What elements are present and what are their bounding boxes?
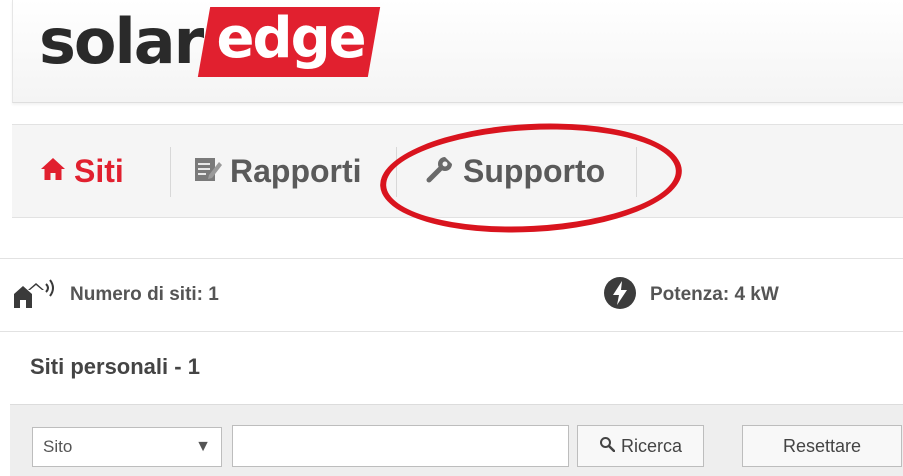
search-button-label: Ricerca xyxy=(620,435,682,456)
tab-rapporti[interactable]: Rapporti xyxy=(192,125,362,217)
tab-siti-label: Siti xyxy=(74,152,124,189)
logo-text-edge: edge xyxy=(216,6,365,71)
section-title: Siti personali - 1 xyxy=(30,354,200,379)
nav-divider xyxy=(396,147,397,197)
wrench-icon xyxy=(425,154,455,189)
nav-divider xyxy=(170,147,171,197)
power-text: Potenza: 4 kW xyxy=(650,284,779,305)
solaredge-logo[interactable]: solar edge xyxy=(39,5,381,78)
power-icon xyxy=(602,275,638,316)
dropdown-arrow-icon: ▼ xyxy=(195,438,211,455)
summary-stats: Numero di siti: 1 Potenza: 4 kW xyxy=(0,258,903,332)
report-icon xyxy=(192,154,222,189)
site-count-text: Numero di siti: 1 xyxy=(70,284,219,305)
search-button[interactable]: Ricerca xyxy=(577,425,704,467)
main-nav: Siti Rapporti Supporto xyxy=(12,124,903,218)
home-icon xyxy=(40,156,66,187)
app-header: solar edge xyxy=(12,0,903,103)
filter-field-value: Sito xyxy=(43,437,73,456)
tab-siti[interactable]: Siti xyxy=(40,125,124,217)
search-icon xyxy=(599,436,616,457)
logo-text-edge-badge: edge xyxy=(198,6,381,77)
stat-power: Potenza: 4 kW xyxy=(602,259,779,331)
tab-supporto[interactable]: Supporto xyxy=(425,125,605,217)
reset-button[interactable]: Resettare xyxy=(742,425,902,467)
tab-supporto-label: Supporto xyxy=(463,152,606,189)
nav-divider xyxy=(636,147,637,197)
logo-text-solar: solar xyxy=(39,5,204,78)
houses-icon xyxy=(12,276,58,315)
reset-button-label: Resettare xyxy=(782,435,862,456)
filter-bar: Sito ▼ Ricerca Resettare xyxy=(10,404,903,476)
tab-rapporti-label: Rapporti xyxy=(230,152,362,189)
stat-site-count: Numero di siti: 1 xyxy=(12,259,219,331)
search-input[interactable] xyxy=(232,425,569,467)
filter-field-select[interactable]: Sito ▼ xyxy=(32,427,222,467)
